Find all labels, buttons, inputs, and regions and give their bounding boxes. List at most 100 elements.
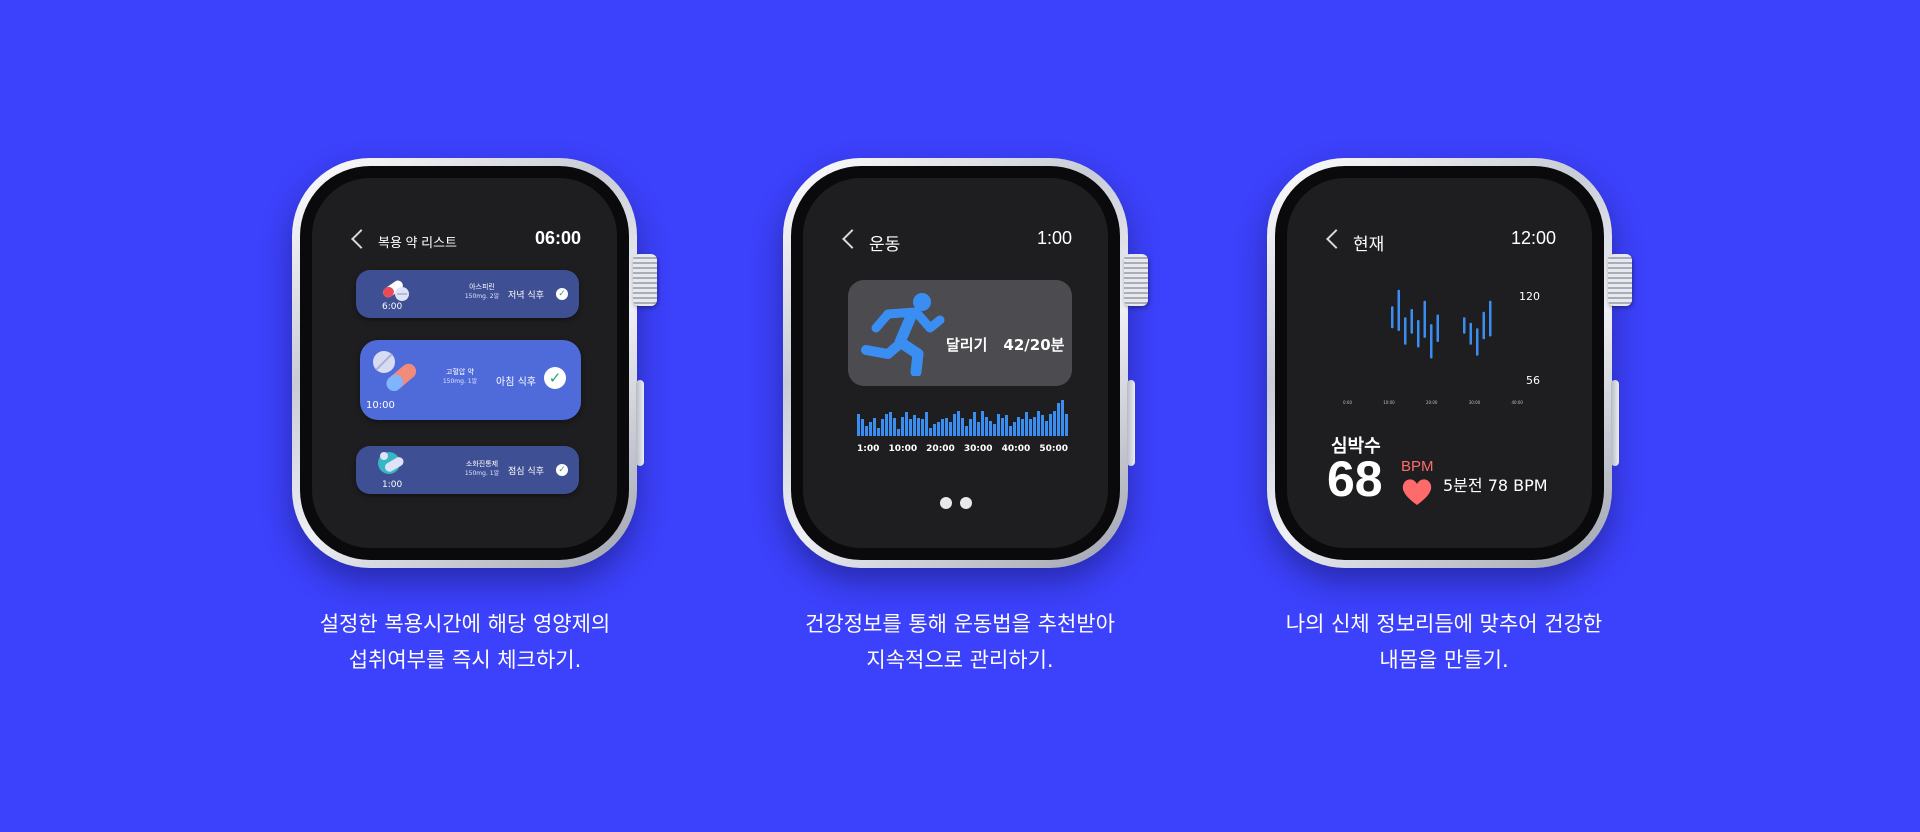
back-chevron-icon[interactable] [842,229,862,249]
heart-rate-bar [1469,322,1472,345]
heart-rate-x-tick: 30:00 [1468,400,1481,405]
exercise-bar [893,418,896,436]
exercise-bar [961,418,964,436]
exercise-bar [877,427,880,436]
watch-case: 복용 약 리스트 06:00 6:00 아스피린 150mg. 2알 저녁 식후 … [292,158,657,568]
exercise-bar [941,419,944,436]
exercise-bar [981,411,984,436]
page-indicator[interactable] [803,494,1108,513]
heart-rate-min-label: 56 [1526,374,1540,387]
heart-rate-x-tick: 0:00 [1343,400,1352,405]
exercise-bar [1021,419,1024,436]
exercise-bar [973,412,976,436]
watch-bezel: 운동 1:00 달리기 42/20분 1:00 10:00 20:00 30:00 40:… [791,166,1120,560]
exercise-bar [857,413,860,436]
activity-label: 달리기 42/20분 [946,334,1064,355]
card-time: 10:00 [366,400,395,411]
heart-rate-bar [1391,306,1394,329]
medication-card[interactable]: 1:00 소화진통제 150mg. 1알 점심 식후 ✓ [356,446,579,494]
caption-exercise: 건강정보를 통해 운동법을 추천받아 지속적으로 관리하기. [750,606,1170,678]
watch-bezel: 현재 12:00 120 56 0:00 10:00 20:00 30:00 40:00… [1275,166,1604,560]
medicine-name-text: 소화진통제 [465,460,499,468]
exercise-x-tick: 50:00 [1039,444,1068,454]
caption-line: 내몸을 만들기. [1379,648,1509,672]
topbar: 현재 12:00 [1325,228,1556,254]
medicine-name-text: 아스피린 [469,283,495,291]
intake-time: 저녁 식후 [508,291,544,301]
exercise-bar [929,427,932,436]
heart-rate-bar [1404,317,1407,345]
intake-time: 아침 식후 [496,377,536,388]
previous-heart-rate: 5분전 78 BPM [1443,476,1548,495]
back-chevron-icon[interactable] [1326,229,1346,249]
exercise-bar [925,412,928,436]
exercise-x-tick: 20:00 [926,444,955,454]
exercise-bar [901,416,904,436]
exercise-bar [969,419,972,436]
exercise-x-tick: 10:00 [888,444,918,454]
exercise-bar [869,422,872,436]
caption-line: 건강정보를 통해 운동법을 추천받아 [805,612,1115,636]
exercise-bar [897,429,900,436]
heart-rate-x-tick: 20:00 [1425,400,1438,405]
caption-line: 설정한 복용시간에 해당 영양제의 [319,612,611,636]
card-time: 1:00 [382,480,403,490]
medication-card-active[interactable]: 10:00 고혈압 약 150mg. 1알 아침 식후 ✓ [360,340,581,420]
watch-bezel: 복용 약 리스트 06:00 6:00 아스피린 150mg. 2알 저녁 식후 … [300,166,629,560]
heart-rate-bar [1463,317,1466,334]
exercise-bar [881,419,884,436]
medicine-name-text: 고혈압 약 [446,368,474,376]
topbar: 운동 1:00 [841,228,1072,254]
card-time: 6:00 [382,302,403,312]
exercise-bar [865,426,868,436]
exercise-bar [1053,411,1056,436]
page-dot[interactable] [939,497,952,509]
exercise-bar [945,418,948,436]
exercise-bar [1005,415,1008,436]
heart-icon [1402,479,1432,505]
activity-name: 달리기 [946,336,988,354]
exercise-bar [953,413,956,436]
side-button [1611,380,1619,466]
watch-exercise: 운동 1:00 달리기 42/20분 1:00 10:00 20:00 30:00 40:… [783,158,1148,568]
caption-line: 지속적으로 관리하기. [866,648,1054,672]
exercise-bar [1057,402,1060,436]
medication-card[interactable]: 6:00 아스피린 150mg. 2알 저녁 식후 ✓ [356,270,579,318]
exercise-bar [965,426,968,436]
back-chevron-icon[interactable] [351,229,371,249]
caption-heart-rate: 나의 신체 정보리듬에 맞추어 건강한 내몸을 만들기. [1234,606,1654,678]
exercise-bar [1065,413,1068,436]
watch-heart-rate: 현재 12:00 120 56 0:00 10:00 20:00 30:00 40:00… [1267,158,1632,568]
activity-panel[interactable]: 달리기 42/20분 [848,280,1072,386]
heart-rate-x-axis: 0:00 10:00 20:00 30:00 40:00 [1343,400,1523,405]
exercise-bar [1013,422,1016,436]
exercise-bar [1061,400,1064,436]
exercise-bar [905,412,908,436]
exercise-bar [1009,426,1012,436]
exercise-bar [917,418,920,436]
exercise-x-tick: 30:00 [963,444,993,454]
watch-screen: 운동 1:00 달리기 42/20분 1:00 10:00 20:00 30:00 40:… [803,178,1108,548]
intake-time: 점심 식후 [508,467,544,477]
heart-rate-value: 68 [1327,451,1383,507]
check-icon[interactable]: ✓ [544,367,566,389]
clock-time: 12:00 [1510,228,1556,248]
medicine-dose: 150mg. 1알 [442,378,478,385]
exercise-bar [909,419,912,436]
check-icon[interactable]: ✓ [556,464,568,476]
exercise-bar [977,422,980,436]
exercise-bar [913,415,916,436]
heart-rate-bar [1489,300,1492,337]
heart-rate-bar [1476,328,1479,356]
heart-rate-max-label: 120 [1519,290,1540,303]
activity-value: 42/20분 [1003,336,1065,354]
topbar: 복용 약 리스트 06:00 [350,228,581,254]
exercise-bar [997,413,1000,436]
exercise-bar [861,419,864,436]
exercise-bar [1001,418,1004,436]
page-dot[interactable] [959,497,972,509]
exercise-bar [1029,419,1032,436]
caption-line: 나의 신체 정보리듬에 맞추어 건강한 [1285,612,1603,636]
check-icon[interactable]: ✓ [556,288,568,300]
running-person-icon [861,293,945,376]
